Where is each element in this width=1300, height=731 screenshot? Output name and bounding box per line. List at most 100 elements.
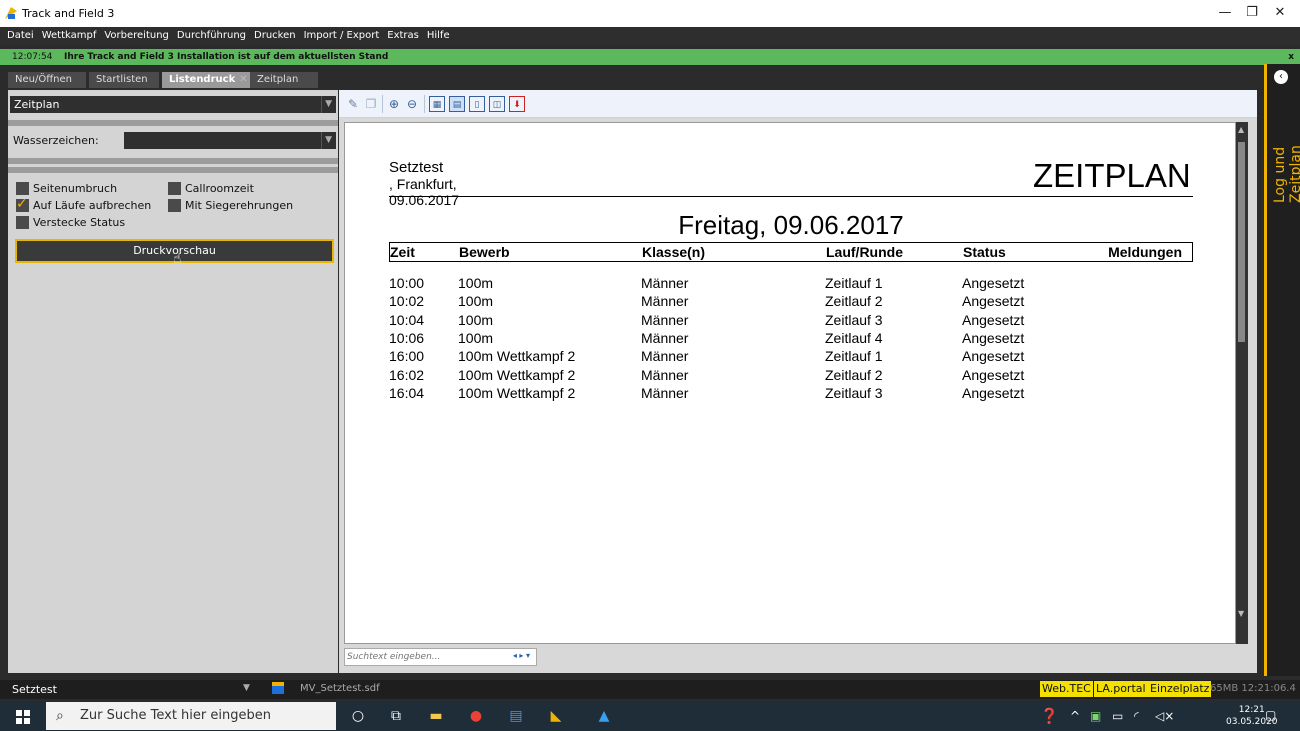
app-logo-icon (5, 7, 17, 19)
hand-cursor-icon: ☝ (173, 251, 182, 267)
row-klasse: Männer (641, 293, 689, 310)
status-bar: Setztest ▼ MV_Setztest.sdf Web.TEC LA.po… (0, 680, 1300, 699)
copy-icon[interactable]: ❐ (363, 96, 379, 112)
row-status: Angesetzt (962, 311, 1025, 328)
divider (8, 167, 338, 173)
menu-hilfe[interactable]: Hilfe (423, 27, 454, 45)
laeufe-aufbrechen-checkbox[interactable]: ✓ (16, 196, 29, 212)
notice-close-button[interactable]: x (1288, 49, 1294, 65)
taskbar-search-placeholder: Zur Suche Text hier eingeben (80, 708, 271, 723)
row-zeit: 16:02 (389, 366, 425, 383)
row-lauf: Zeitlauf 3 (825, 311, 883, 328)
search-nav-icons[interactable]: ◂ ▸ ▾ (513, 651, 530, 660)
doc-day-heading: Freitag, 09.06.2017 (678, 210, 904, 240)
siegerehrungen-checkbox[interactable] (168, 199, 181, 212)
seitenumbruch-label: Seitenumbruch (33, 182, 118, 195)
chrome-icon[interactable]: ● (468, 708, 484, 724)
project-name[interactable]: Setztest (12, 683, 57, 696)
search-input[interactable] (347, 650, 487, 664)
help-icon[interactable]: ❓ (1040, 707, 1059, 725)
report-select[interactable]: Zeitplan ▼ (10, 96, 336, 113)
scroll-down-icon[interactable]: ▼ (1238, 609, 1244, 618)
row-klasse: Männer (641, 329, 689, 346)
row-klasse: Männer (641, 348, 689, 365)
row-status: Angesetzt (962, 329, 1025, 346)
col-zeit: Zeit (390, 244, 415, 260)
menu-import-export[interactable]: Import / Export (300, 27, 384, 45)
fit-width-icon[interactable]: ▤ (449, 96, 465, 112)
table-row: 10:06 100m Männer Zeitlauf 4 Angesetzt (389, 329, 1193, 347)
row-lauf: Zeitlauf 1 (825, 348, 883, 365)
fit-page-icon[interactable]: ▦ (429, 96, 445, 112)
memory-clock: 65MB 12:21:06.4 (1210, 683, 1296, 694)
scroll-thumb[interactable] (1238, 142, 1245, 342)
close-button[interactable]: ✕ (1260, 3, 1300, 23)
tab-label: Listendruck (169, 74, 236, 85)
photos-icon[interactable]: ▲ (596, 708, 612, 724)
pdf-export-icon[interactable]: ⬇ (509, 96, 525, 112)
file-explorer-icon[interactable]: ▬ (428, 708, 444, 724)
chevron-up-icon[interactable]: ^ (1070, 709, 1080, 723)
menu-wettkampf[interactable]: Wettkampf (38, 27, 101, 45)
two-page-icon[interactable]: ◫ (489, 96, 505, 112)
task-view-icon[interactable]: ⧉ (388, 708, 404, 724)
col-status: Status (963, 244, 1006, 260)
notifications-icon[interactable]: ▢ (1265, 708, 1276, 722)
verstecke-status-checkbox[interactable] (16, 216, 29, 229)
preview-search: ◂ ▸ ▾ (344, 648, 537, 666)
scroll-up-icon[interactable]: ▲ (1238, 125, 1244, 134)
row-klasse: Männer (641, 366, 689, 383)
volume-muted-icon[interactable]: ◁× (1155, 709, 1174, 723)
table-row: 16:02 100m Wettkampf 2 Männer Zeitlauf 2 Ang… (389, 366, 1193, 384)
menu-datei[interactable]: Datei (0, 27, 38, 45)
menu-bar: Datei Wettkampf Vorbereitung Durchführung Dr… (0, 27, 1300, 45)
zoom-out-icon[interactable]: ⊖ (404, 96, 420, 112)
row-lauf: Zeitlauf 1 (825, 275, 883, 291)
toolbar-separator (382, 95, 383, 113)
tab-listendruck[interactable]: Listendruck ✕ (162, 72, 250, 88)
row-bewerb: 100m Wettkampf 2 (458, 348, 576, 365)
brush-icon[interactable]: ✎ (345, 96, 361, 112)
notes-icon[interactable]: ▤ (508, 708, 524, 724)
cortana-icon[interactable]: ○ (350, 708, 366, 724)
row-status: Angesetzt (962, 366, 1025, 383)
preview-scrollbar[interactable]: ▲ ▼ (1236, 122, 1248, 644)
table-row: 16:04 100m Wettkampf 2 Männer Zeitlauf 3 Ang… (389, 384, 1193, 402)
tab-neu-oeffnen[interactable]: Neu/Öffnen (8, 72, 86, 88)
row-zeit: 10:06 (389, 329, 425, 346)
watermark-select[interactable]: ▼ (124, 132, 336, 149)
row-lauf: Zeitlauf 3 (825, 384, 883, 401)
log-zeitplan-label[interactable]: Log und Zeitplan (1272, 88, 1300, 203)
table-row: 10:04 100m Männer Zeitlauf 3 Angesetzt (389, 311, 1193, 329)
zoom-in-icon[interactable]: ⊕ (386, 96, 402, 112)
taskbar-search[interactable]: ⌕ Zur Suche Text hier eingeben (46, 702, 336, 730)
network-app-icon[interactable]: ▣ (1090, 709, 1101, 723)
tab-close-icon[interactable]: ✕ (239, 74, 247, 85)
tab-zeitplan[interactable]: Zeitplan (250, 72, 318, 88)
single-page-icon[interactable]: ▯ (469, 96, 485, 112)
collapse-panel-icon[interactable]: ‹ (1274, 70, 1288, 84)
divider (8, 120, 338, 126)
menu-durchfuehrung[interactable]: Durchführung (173, 27, 250, 45)
windows-start-icon[interactable] (16, 710, 30, 724)
chevron-down-icon[interactable]: ▼ (243, 683, 250, 693)
row-bewerb: 100m (458, 311, 494, 328)
col-lauf-runde: Lauf/Runde (826, 244, 903, 260)
row-klasse: Männer (641, 275, 689, 291)
tab-startlisten[interactable]: Startlisten (89, 72, 159, 88)
wifi-icon[interactable]: ◜ (1134, 709, 1139, 723)
chevron-down-icon: ▼ (321, 132, 332, 149)
log-zeitplan-panel: ‹ Log und Zeitplan (1264, 64, 1300, 676)
battery-icon[interactable]: ▭ (1112, 709, 1123, 723)
menu-vorbereitung[interactable]: Vorbereitung (100, 27, 173, 45)
menu-extras[interactable]: Extras (383, 27, 423, 45)
seitenumbruch-checkbox[interactable] (16, 182, 29, 195)
menu-drucken[interactable]: Drucken (250, 27, 300, 45)
toolbar-separator (424, 95, 425, 113)
row-bewerb: 100m (458, 293, 494, 310)
track-and-field-icon[interactable]: ◣ (548, 708, 564, 724)
row-bewerb: 100m Wettkampf 2 (458, 384, 576, 401)
col-bewerb: Bewerb (459, 244, 510, 260)
callroomzeit-checkbox[interactable] (168, 182, 181, 195)
row-zeit: 16:04 (389, 384, 425, 401)
